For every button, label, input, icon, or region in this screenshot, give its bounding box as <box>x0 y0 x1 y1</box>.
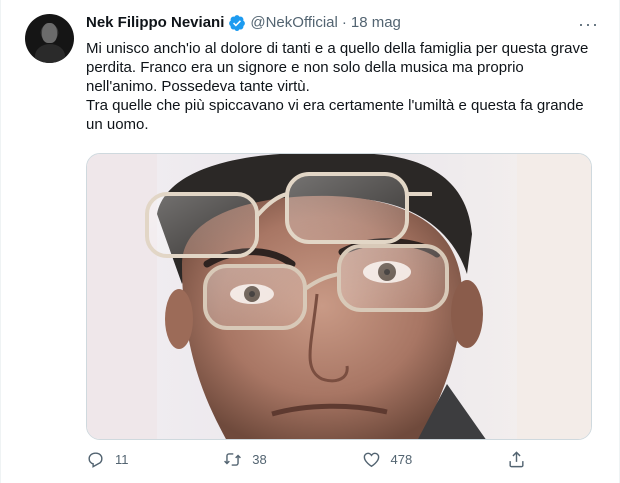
heart-icon <box>363 452 379 468</box>
tweet-header: Nek Filippo Neviani @NekOfficial · 18 ma… <box>86 13 401 33</box>
tweet-actions: 11 38 478 <box>86 450 526 469</box>
share-button[interactable] <box>507 450 526 469</box>
like-button[interactable]: 478 <box>362 450 413 469</box>
retweet-button[interactable]: 38 <box>223 450 267 469</box>
reply-count: 11 <box>115 452 129 467</box>
verified-badge-icon <box>229 15 246 31</box>
retweet-icon <box>224 453 242 466</box>
reply-button[interactable]: 11 <box>86 450 129 469</box>
share-icon <box>509 451 524 468</box>
author-handle[interactable]: @NekOfficial <box>250 13 337 33</box>
like-count: 478 <box>390 452 413 467</box>
tweet-date[interactable]: 18 mag <box>351 13 401 33</box>
header-separator: · <box>341 14 347 31</box>
author-name[interactable]: Nek Filippo Neviani <box>86 13 224 33</box>
tweet-card[interactable]: Nek Filippo Neviani @NekOfficial · 18 ma… <box>0 0 620 483</box>
tweet-text: Mi unisco anch'io al dolore di tanti e a… <box>86 39 596 134</box>
portrait-photo <box>87 154 591 439</box>
more-options-button[interactable]: ··· <box>578 14 599 35</box>
retweet-count: 38 <box>252 452 267 467</box>
tweet-paragraph-1: Mi unisco anch'io al dolore di tanti e a… <box>86 40 589 95</box>
tweet-photo[interactable] <box>86 153 592 440</box>
reply-icon <box>88 452 103 468</box>
tweet-paragraph-2: Tra quelle che più spiccavano vi era cer… <box>86 97 584 133</box>
avatar[interactable] <box>25 14 74 63</box>
